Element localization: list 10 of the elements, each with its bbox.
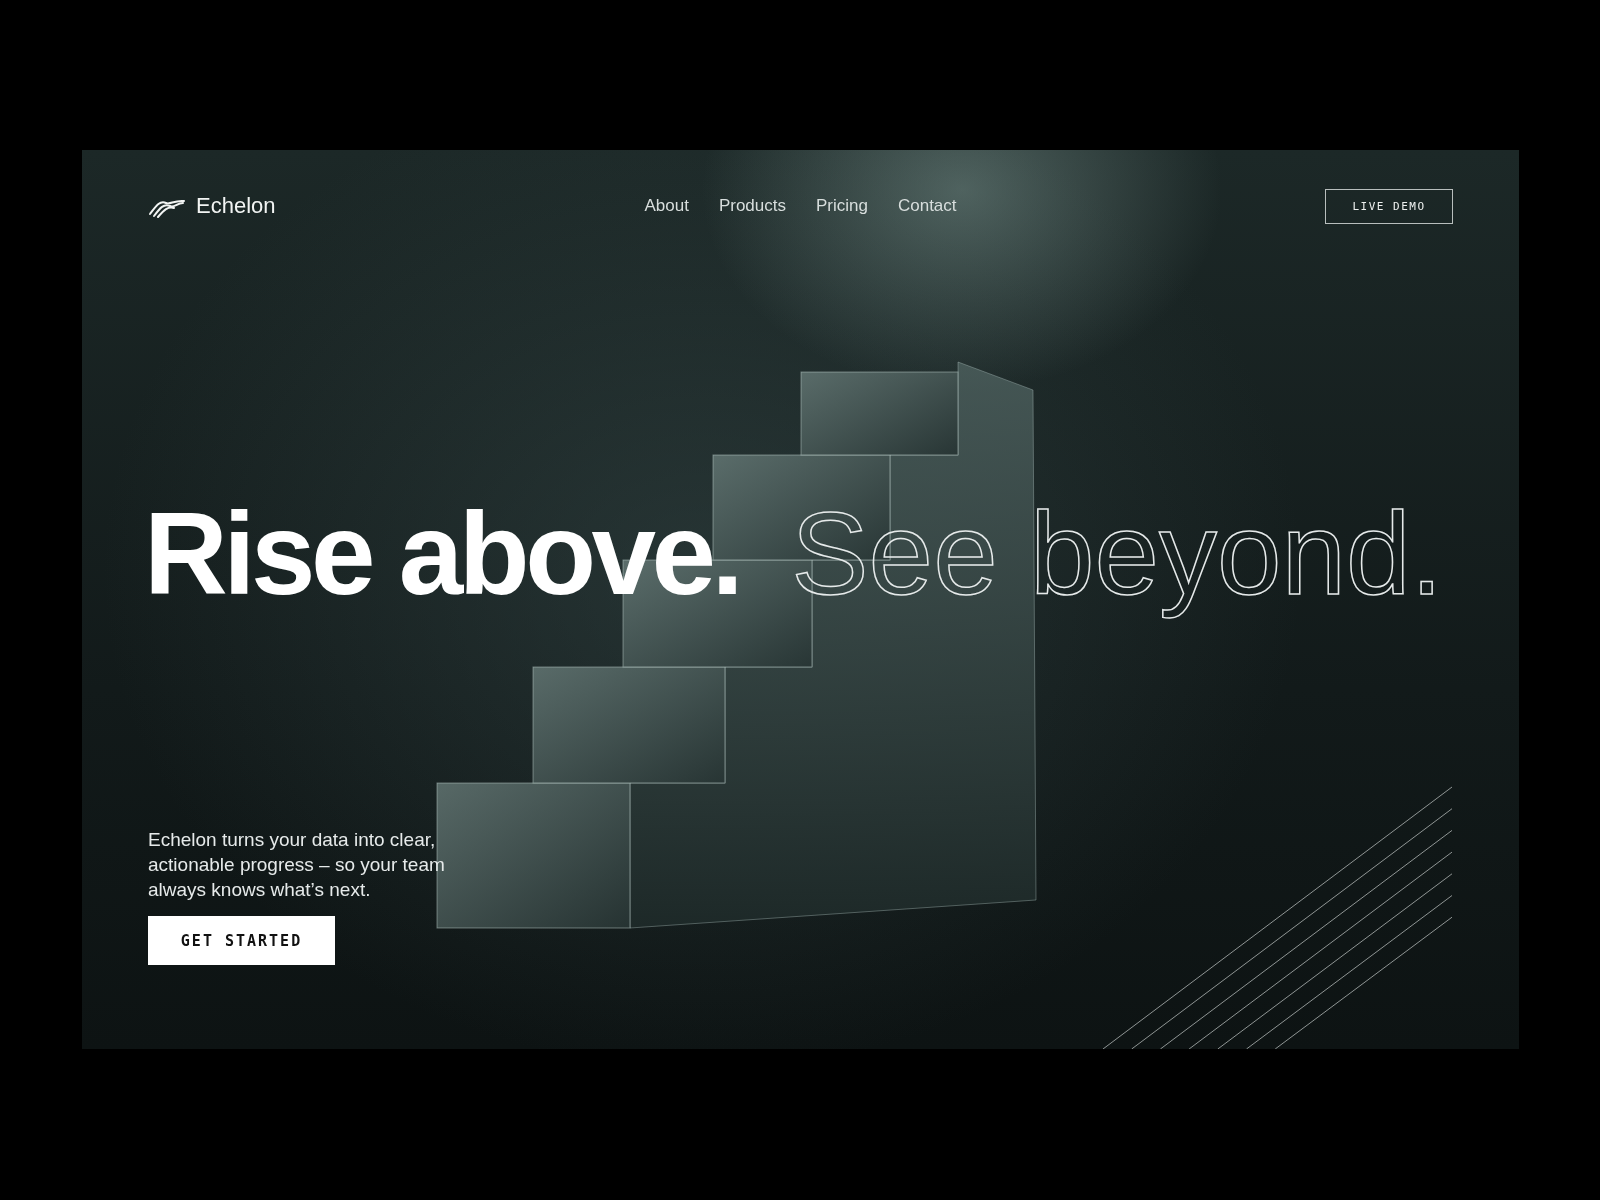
nav-link[interactable]: Contact — [897, 196, 957, 216]
description-text: Echelon turns your data into clear, actionable progress – so your team always knows what’s next. — [148, 828, 446, 902]
nav-link[interactable]: About — [644, 196, 689, 216]
live-demo-button[interactable]: LIVE DEMO — [1325, 188, 1453, 224]
headline-text: See beyond. — [791, 488, 1443, 621]
nav-link[interactable]: Pricing — [816, 196, 868, 216]
get-started-button[interactable]: GET STARTED — [148, 916, 335, 965]
nav-link[interactable]: Products — [718, 196, 786, 216]
brand-name: Echelon — [196, 193, 276, 219]
headline-text: Rise above. — [144, 488, 740, 621]
